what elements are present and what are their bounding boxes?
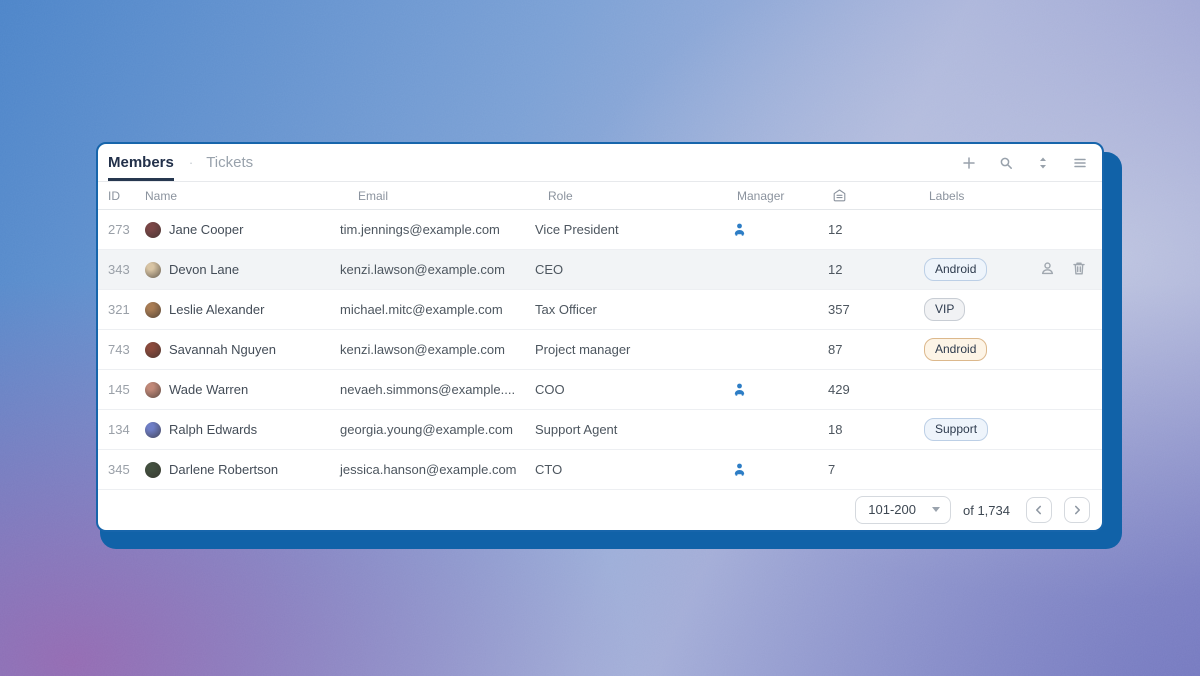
table-row[interactable]: 273 Jane Cooper tim.jennings@example.com… bbox=[98, 210, 1102, 250]
cell-id: 145 bbox=[108, 382, 145, 397]
manager-person-icon bbox=[733, 383, 828, 396]
cell-role: Tax Officer bbox=[535, 302, 733, 317]
tab-tickets[interactable]: Tickets bbox=[206, 144, 253, 181]
member-name: Devon Lane bbox=[169, 262, 239, 277]
column-header-email[interactable]: Email bbox=[340, 189, 535, 203]
table-toolbar bbox=[961, 144, 1088, 181]
table-row[interactable]: 321 Leslie Alexander michael.mitc@exampl… bbox=[98, 290, 1102, 330]
cell-email: michael.mitc@example.com bbox=[340, 302, 535, 317]
member-name: Darlene Robertson bbox=[169, 462, 278, 477]
cell-tickets-count: 12 bbox=[828, 262, 924, 277]
next-page-button[interactable] bbox=[1064, 497, 1090, 523]
members-table-card: Members · Tickets ID Name Email Role Man… bbox=[96, 142, 1104, 532]
cell-email: nevaeh.simmons@example.... bbox=[340, 382, 535, 397]
cell-id: 345 bbox=[108, 462, 145, 477]
cell-role: Project manager bbox=[535, 342, 733, 357]
cell-email: jessica.hanson@example.com bbox=[340, 462, 535, 477]
table-row[interactable]: 134 Ralph Edwards georgia.young@example.… bbox=[98, 410, 1102, 450]
avatar bbox=[145, 222, 161, 238]
cell-id: 134 bbox=[108, 422, 145, 437]
search-icon[interactable] bbox=[998, 155, 1014, 171]
pagination-footer: 101-200 of 1,734 bbox=[98, 490, 1102, 530]
avatar bbox=[145, 302, 161, 318]
page-range-dropdown[interactable]: 101-200 bbox=[855, 496, 951, 524]
chevron-down-icon bbox=[932, 507, 940, 512]
row-actions bbox=[1040, 261, 1086, 279]
manager-person-icon bbox=[733, 223, 828, 236]
label-pill: VIP bbox=[924, 298, 965, 321]
cell-email: kenzi.lawson@example.com bbox=[340, 262, 535, 277]
avatar bbox=[145, 462, 161, 478]
table-row[interactable]: 343 Devon Lane kenzi.lawson@example.com … bbox=[98, 250, 1102, 290]
table-header-row: ID Name Email Role Manager Labels bbox=[98, 182, 1102, 210]
tab-separator-dot: · bbox=[189, 144, 193, 181]
trash-icon[interactable] bbox=[1072, 261, 1086, 279]
cell-role: Vice President bbox=[535, 222, 733, 237]
tab-bar: Members · Tickets bbox=[98, 144, 1102, 182]
cell-tickets-count: 7 bbox=[828, 462, 924, 477]
cell-email: georgia.young@example.com bbox=[340, 422, 535, 437]
column-header-name[interactable]: Name bbox=[145, 189, 340, 203]
cell-role: CEO bbox=[535, 262, 733, 277]
plus-icon[interactable] bbox=[961, 155, 977, 171]
prev-page-button[interactable] bbox=[1026, 497, 1052, 523]
cell-tickets-count: 357 bbox=[828, 302, 924, 317]
cell-tickets-count: 87 bbox=[828, 342, 924, 357]
table-row[interactable]: 743 Savannah Nguyen kenzi.lawson@example… bbox=[98, 330, 1102, 370]
cell-tickets-count: 18 bbox=[828, 422, 924, 437]
avatar bbox=[145, 422, 161, 438]
cell-role: CTO bbox=[535, 462, 733, 477]
table-row[interactable]: 145 Wade Warren nevaeh.simmons@example..… bbox=[98, 370, 1102, 410]
member-name: Wade Warren bbox=[169, 382, 248, 397]
cell-tickets-count: 429 bbox=[828, 382, 924, 397]
cell-id: 321 bbox=[108, 302, 145, 317]
avatar bbox=[145, 262, 161, 278]
member-name: Leslie Alexander bbox=[169, 302, 264, 317]
page-range-value: 101-200 bbox=[868, 502, 916, 517]
label-pill: Android bbox=[924, 258, 987, 281]
column-header-role[interactable]: Role bbox=[535, 189, 733, 203]
label-pill: Support bbox=[924, 418, 988, 441]
tab-members[interactable]: Members bbox=[108, 144, 174, 181]
cell-email: kenzi.lawson@example.com bbox=[340, 342, 535, 357]
total-count-label: of 1,734 bbox=[963, 503, 1010, 518]
table-row[interactable]: 345 Darlene Robertson jessica.hanson@exa… bbox=[98, 450, 1102, 490]
cell-id: 743 bbox=[108, 342, 145, 357]
member-name: Jane Cooper bbox=[169, 222, 243, 237]
cell-id: 343 bbox=[108, 262, 145, 277]
cell-tickets-count: 12 bbox=[828, 222, 924, 237]
cell-role: Support Agent bbox=[535, 422, 733, 437]
envelope-open-icon[interactable] bbox=[832, 188, 924, 203]
cell-id: 273 bbox=[108, 222, 145, 237]
cell-email: tim.jennings@example.com bbox=[340, 222, 535, 237]
menu-icon[interactable] bbox=[1072, 155, 1088, 171]
assign-person-icon[interactable] bbox=[1040, 261, 1055, 279]
sort-icon[interactable] bbox=[1035, 155, 1051, 171]
cell-role: COO bbox=[535, 382, 733, 397]
member-name: Savannah Nguyen bbox=[169, 342, 276, 357]
column-header-labels[interactable]: Labels bbox=[924, 189, 1102, 203]
member-name: Ralph Edwards bbox=[169, 422, 257, 437]
column-header-id[interactable]: ID bbox=[108, 189, 145, 203]
column-header-manager[interactable]: Manager bbox=[733, 189, 828, 203]
manager-person-icon bbox=[733, 463, 828, 476]
label-pill: Android bbox=[924, 338, 987, 361]
avatar bbox=[145, 342, 161, 358]
avatar bbox=[145, 382, 161, 398]
